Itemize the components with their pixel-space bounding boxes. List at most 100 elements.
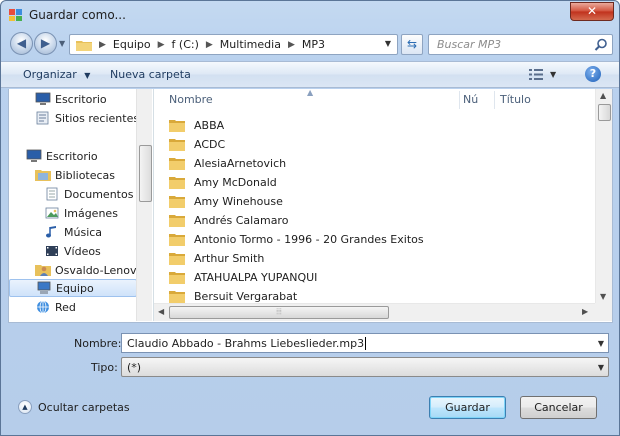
app-icon: [9, 9, 22, 21]
view-dropdown-icon[interactable]: ▼: [550, 70, 556, 79]
save-button[interactable]: Guardar: [429, 396, 506, 419]
nav-item-musica[interactable]: Música: [44, 223, 102, 241]
help-icon[interactable]: ?: [585, 66, 601, 82]
folder-icon: [169, 138, 185, 151]
libraries-icon: [35, 170, 51, 181]
scroll-left-icon[interactable]: ◀: [158, 307, 164, 316]
folder-icon: [169, 214, 185, 227]
nav-item-documentos[interactable]: Documentos: [44, 185, 133, 203]
back-button[interactable]: ◀: [10, 32, 33, 55]
horizontal-scrollbar-thumb[interactable]: ⦙⦙⦙: [169, 306, 389, 319]
file-name-input[interactable]: Claudio Abbado - Brahms Liebeslieder.mp3…: [121, 333, 609, 353]
scroll-down-icon[interactable]: ▼: [600, 292, 606, 301]
file-name: Arthur Smith: [194, 251, 265, 265]
file-name: Andrés Calamaro: [194, 213, 289, 227]
list-item[interactable]: Antonio Tormo - 1996 - 20 Grandes Exitos: [169, 230, 424, 248]
user-icon: [35, 265, 51, 276]
cancel-button[interactable]: Cancelar: [520, 396, 597, 419]
column-header-number[interactable]: Nú: [463, 93, 478, 115]
list-item[interactable]: AlesiaArnetovich: [169, 154, 286, 172]
scroll-up-icon[interactable]: ▲: [600, 91, 606, 100]
refresh-icon: ⇆: [406, 37, 418, 51]
folder-icon: [169, 176, 185, 189]
window-title: Guardar como...: [29, 8, 126, 22]
hide-folders-label: Ocultar carpetas: [38, 400, 130, 414]
nav-item-imagenes[interactable]: Imágenes: [44, 204, 118, 222]
file-name: Bersuit Vergarabat: [194, 289, 298, 303]
file-list-vertical-scrollbar[interactable]: ▲ ▼: [595, 89, 612, 303]
text-caret: [365, 336, 367, 350]
breadcrumb-drive[interactable]: f (C:): [172, 38, 199, 51]
sort-ascending-icon: ▲: [307, 89, 314, 97]
recent-pages-dropdown-icon[interactable]: ▼: [59, 39, 65, 48]
list-item[interactable]: Amy McDonald: [169, 173, 277, 191]
vertical-scrollbar-thumb[interactable]: [598, 104, 611, 121]
breadcrumb-equipo[interactable]: Equipo: [113, 38, 151, 51]
list-item[interactable]: Arthur Smith: [169, 249, 264, 267]
refresh-button[interactable]: ⇆: [401, 34, 423, 55]
file-type-select[interactable]: (*) ▼: [121, 357, 609, 377]
list-item[interactable]: Amy Winehouse: [169, 192, 283, 210]
column-header-name[interactable]: Nombre: [169, 93, 213, 115]
list-item[interactable]: ACDC: [169, 135, 225, 153]
browser-content: Escritorio Sitios recientes Escritorio B…: [8, 89, 613, 323]
search-input[interactable]: Buscar MP3: [428, 34, 613, 55]
file-name: ABBA: [194, 118, 225, 132]
nav-item-bibliotecas[interactable]: Bibliotecas: [35, 166, 115, 184]
list-item[interactable]: ATAHUALPA YUPANQUI: [169, 268, 317, 286]
pictures-icon: [45, 207, 59, 219]
folder-icon: [169, 290, 185, 303]
file-name: ACDC: [194, 137, 226, 151]
nav-item-equipo[interactable]: Equipo: [9, 279, 137, 297]
nav-item-red[interactable]: Red: [35, 298, 76, 316]
desktop-icon: [35, 92, 51, 105]
breadcrumb-mp3[interactable]: MP3: [302, 38, 325, 51]
hide-folders-button[interactable]: ▲ Ocultar carpetas: [18, 400, 130, 414]
file-list-horizontal-scrollbar[interactable]: ◀ ⦙⦙⦙ ▶: [154, 303, 595, 321]
column-divider[interactable]: [459, 91, 460, 109]
nav-item-escritorio[interactable]: Escritorio: [26, 147, 98, 165]
navigation-scrollbar-thumb[interactable]: [139, 145, 152, 202]
list-item[interactable]: Andrés Calamaro: [169, 211, 288, 229]
nav-item-osvaldo-lenovo[interactable]: Osvaldo-Lenovo: [35, 261, 143, 279]
file-list-pane: Nombre ▲ Nú Título ABBA ACDC AlesiaArnet…: [154, 89, 612, 321]
file-name: Amy Winehouse: [194, 194, 283, 208]
search-placeholder: Buscar MP3: [437, 38, 502, 51]
breadcrumb-multimedia[interactable]: Multimedia: [220, 38, 281, 51]
nav-label: Documentos: [64, 187, 134, 201]
nav-label: Sitios recientes: [55, 111, 140, 125]
navigation-scrollbar[interactable]: [136, 89, 152, 321]
view-options-icon[interactable]: [529, 68, 543, 81]
chevron-down-icon[interactable]: ▼: [598, 339, 604, 348]
file-name-label: Nombre:: [74, 337, 122, 350]
folder-icon: [169, 195, 185, 208]
file-type-label: Tipo:: [91, 361, 118, 374]
folder-icon: [76, 40, 92, 51]
nav-item-escritorio-fav[interactable]: Escritorio: [35, 90, 107, 108]
chevron-down-icon: ▼: [84, 71, 91, 80]
nav-label: Red: [55, 300, 76, 314]
search-icon[interactable]: [594, 38, 608, 52]
scroll-right-icon[interactable]: ▶: [582, 307, 588, 316]
address-dropdown-icon[interactable]: ▼: [385, 39, 391, 48]
nav-label: Osvaldo-Lenovo: [55, 263, 144, 277]
column-divider[interactable]: [494, 91, 495, 109]
nav-label: Vídeos: [64, 244, 101, 258]
nav-item-videos[interactable]: Vídeos: [44, 242, 101, 260]
scrollbar-corner: [595, 303, 612, 321]
recent-places-icon: [36, 111, 49, 125]
close-button[interactable]: ✕: [570, 2, 614, 21]
nav-label: Equipo: [56, 281, 94, 295]
new-folder-button[interactable]: Nueva carpeta: [110, 68, 191, 81]
list-item[interactable]: ABBA: [169, 116, 224, 134]
address-bar[interactable]: ▶ Equipo ▶ f (C:) ▶ Multimedia ▶ MP3 ▼: [69, 34, 398, 55]
videos-icon: [46, 246, 58, 256]
nav-item-sitios-recientes[interactable]: Sitios recientes: [35, 109, 139, 127]
forward-button[interactable]: ▶: [34, 32, 57, 55]
column-header-title[interactable]: Título: [500, 93, 531, 115]
breadcrumb-separator-icon: ▶: [99, 39, 106, 50]
back-arrow-icon: ◀: [16, 36, 27, 50]
breadcrumb-separator-icon: ▶: [205, 39, 213, 50]
organize-button[interactable]: Organizar ▼: [23, 68, 90, 81]
folder-icon: [169, 271, 185, 284]
